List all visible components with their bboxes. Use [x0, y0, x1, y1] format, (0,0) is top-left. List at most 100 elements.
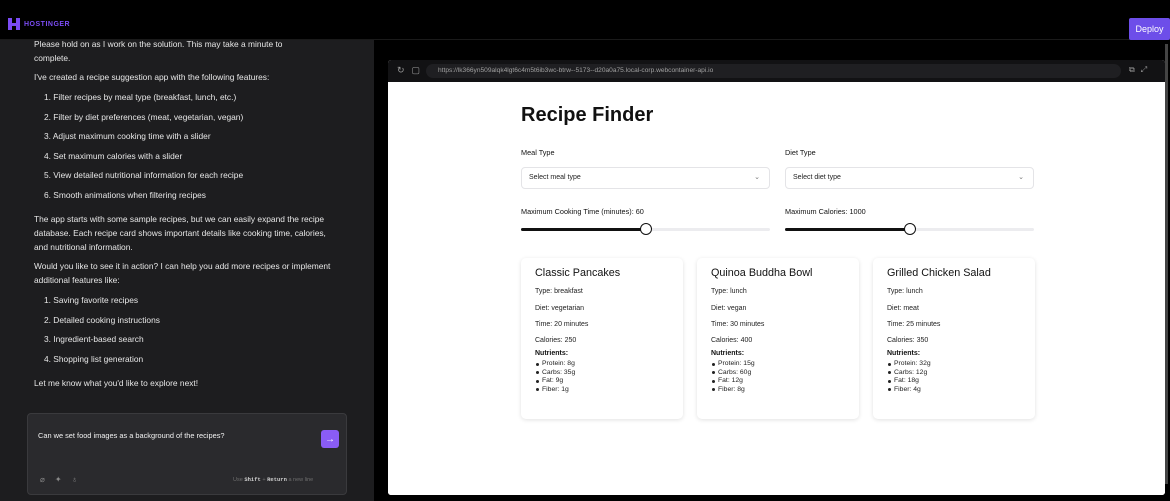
- composer-toolbar: ⌀ ✦ ♁: [40, 475, 78, 484]
- slider-thumb[interactable]: [639, 223, 652, 235]
- preview-browser: ↻ ▢ https://lk366yn509alqk4lgt6c4m5t6ib3…: [388, 60, 1165, 495]
- expand-icon[interactable]: ⤢: [1141, 65, 1147, 75]
- recipe-calories: Calories: 400: [711, 337, 753, 344]
- nutrients-heading: Nutrients:: [711, 350, 745, 357]
- recipe-card[interactable]: Classic Pancakes Type: breakfast Diet: v…: [521, 258, 683, 419]
- recipe-diet: Diet: vegan: [711, 305, 747, 312]
- recipe-app: Recipe Finder Meal Type Select meal type…: [388, 82, 1165, 495]
- keyboard-hint: Use Shift + Return a new line: [233, 476, 313, 483]
- url-field[interactable]: https://lk366yn509alqk4lgt6c4m5t6ib3wc-b…: [426, 64, 1121, 78]
- devices-icon[interactable]: ⧉: [1129, 65, 1135, 75]
- nutrients-list: Protein: 15g Carbs: 60g Fat: 12g Fiber: …: [711, 360, 755, 394]
- feature-list: 1. Filter recipes by meal type (breakfas…: [34, 90, 340, 207]
- cooking-time-label: Maximum Cooking Time (minutes): 60: [521, 207, 644, 216]
- recipe-calories: Calories: 250: [535, 337, 577, 344]
- feature-item: 4. Set maximum calories with a slider: [44, 150, 183, 161]
- status-message: Please hold on as I work on the solution…: [34, 40, 340, 65]
- more-features-list: 1. Saving favorite recipes 2. Detailed c…: [34, 293, 340, 371]
- nutrient-item: Carbs: 60g: [711, 369, 755, 378]
- recipe-calories: Calories: 350: [887, 337, 929, 344]
- recipe-diet: Diet: meat: [887, 305, 919, 312]
- slider-thumb[interactable]: [903, 223, 916, 235]
- send-button[interactable]: →: [321, 430, 339, 448]
- sparkle-icon[interactable]: ✦: [55, 475, 62, 484]
- hint-use: Use: [233, 477, 243, 483]
- hostinger-logo-icon: [8, 18, 20, 30]
- recipe-time: Time: 25 minutes: [887, 321, 941, 328]
- feature-item: 5. View detailed nutritional information…: [44, 170, 244, 180]
- recipe-type: Type: breakfast: [535, 288, 583, 295]
- nutrients-heading: Nutrients:: [887, 350, 921, 357]
- cooking-time-slider[interactable]: [521, 223, 770, 235]
- page-scrollbar[interactable]: [1165, 44, 1168, 484]
- hint-plus: +: [262, 477, 266, 483]
- recipe-name: Grilled Chicken Salad: [887, 267, 991, 279]
- nutrient-item: Protein: 8g: [535, 360, 575, 369]
- recipe-name: Classic Pancakes: [535, 267, 621, 279]
- feature-item: 6. Smooth animations when filtering reci…: [44, 189, 206, 200]
- recipe-type: Type: lunch: [711, 288, 747, 295]
- nutrient-item: Protein: 32g: [887, 360, 931, 369]
- chat-panel: Please hold on as I work on the solution…: [0, 40, 374, 501]
- nutrient-item: Fiber: 1g: [535, 386, 575, 395]
- closing-paragraph: Let me know what you'd like to explore n…: [34, 378, 199, 388]
- recipe-time: Time: 20 minutes: [535, 321, 589, 328]
- description-paragraph: The app starts with some sample recipes,…: [34, 214, 326, 252]
- nutrient-item: Fiber: 8g: [711, 386, 755, 395]
- assistant-message: Please hold on as I work on the solution…: [34, 40, 340, 395]
- recipe-card[interactable]: Quinoa Buddha Bowl Type: lunch Diet: veg…: [697, 258, 859, 419]
- nutrients-list: Protein: 32g Carbs: 12g Fat: 18g Fiber: …: [887, 360, 931, 394]
- diet-type-select[interactable]: Select diet type ⌄: [785, 167, 1034, 189]
- url-bar-controls: ↻ ▢: [397, 65, 420, 76]
- more-feature-item: 3. Ingredient-based search: [44, 334, 144, 344]
- nutrient-item: Carbs: 12g: [887, 369, 931, 378]
- url-bar: ↻ ▢ https://lk366yn509alqk4lgt6c4m5t6ib3…: [388, 60, 1165, 82]
- diet-type-label: Diet Type: [785, 148, 816, 157]
- feature-item: 3. Adjust maximum cooking time with a sl…: [44, 131, 211, 141]
- nutrient-item: Carbs: 35g: [535, 369, 575, 378]
- reload-icon[interactable]: ↻: [397, 65, 405, 76]
- question-paragraph: Would you like to see it in action? I ca…: [34, 261, 331, 285]
- slider-fill: [521, 228, 646, 231]
- top-bar: HOSTINGER Deploy: [0, 0, 1170, 40]
- more-feature-item: 4. Shopping list generation: [44, 353, 144, 364]
- recipe-time: Time: 30 minutes: [711, 321, 765, 328]
- nutrients-list: Protein: 8g Carbs: 35g Fat: 9g Fiber: 1g: [535, 360, 575, 394]
- message-composer[interactable]: Can we set food images as a background o…: [27, 413, 347, 495]
- recipe-name: Quinoa Buddha Bowl: [711, 267, 813, 279]
- slider-fill: [785, 228, 910, 231]
- recipe-diet: Diet: vegetarian: [535, 305, 585, 312]
- max-calories-label: Maximum Calories: 1000: [785, 207, 866, 216]
- meal-type-select[interactable]: Select meal type ⌄: [521, 167, 770, 189]
- status-line: Please hold on as I work on the solution…: [34, 40, 283, 49]
- frame-icon[interactable]: ▢: [412, 65, 421, 76]
- paperclip-icon[interactable]: ⌀: [40, 475, 45, 484]
- more-feature-item: 2. Detailed cooking instructions: [44, 314, 160, 325]
- feature-item: 1. Filter recipes by meal type (breakfas…: [44, 92, 237, 102]
- nutrient-item: Fat: 18g: [887, 377, 931, 386]
- intro-paragraph: I've created a recipe suggestion app wit…: [34, 72, 270, 82]
- meal-type-value: Select meal type: [529, 174, 581, 181]
- diet-type-value: Select diet type: [793, 174, 841, 181]
- max-calories-slider[interactable]: [785, 223, 1034, 235]
- nutrients-heading: Nutrients:: [535, 350, 569, 357]
- nutrient-item: Fat: 12g: [711, 377, 755, 386]
- recipe-card[interactable]: Grilled Chicken Salad Type: lunch Diet: …: [873, 258, 1035, 419]
- brand-logo[interactable]: HOSTINGER: [8, 18, 70, 30]
- chevron-down-icon: ⌄: [1018, 174, 1024, 181]
- chevron-down-icon: ⌄: [754, 174, 760, 181]
- nutrient-item: Protein: 15g: [711, 360, 755, 369]
- arrow-right-icon: →: [325, 433, 335, 445]
- nutrient-item: Fiber: 4g: [887, 386, 931, 395]
- feature-item: 2. Filter by diet preferences (meat, veg…: [44, 111, 244, 122]
- prompt-input[interactable]: Can we set food images as a background o…: [38, 431, 225, 440]
- hint-return-key: Return: [267, 476, 287, 483]
- microphone-icon[interactable]: ♁: [72, 475, 78, 484]
- deploy-button[interactable]: Deploy: [1129, 18, 1170, 40]
- more-feature-item: 1. Saving favorite recipes: [44, 295, 139, 305]
- nutrient-item: Fat: 9g: [535, 377, 575, 386]
- meal-type-label: Meal Type: [521, 148, 555, 157]
- url-bar-actions: ⧉ ⤢: [1129, 65, 1147, 75]
- recipe-type: Type: lunch: [887, 288, 923, 295]
- hint-end: a new line: [288, 477, 314, 483]
